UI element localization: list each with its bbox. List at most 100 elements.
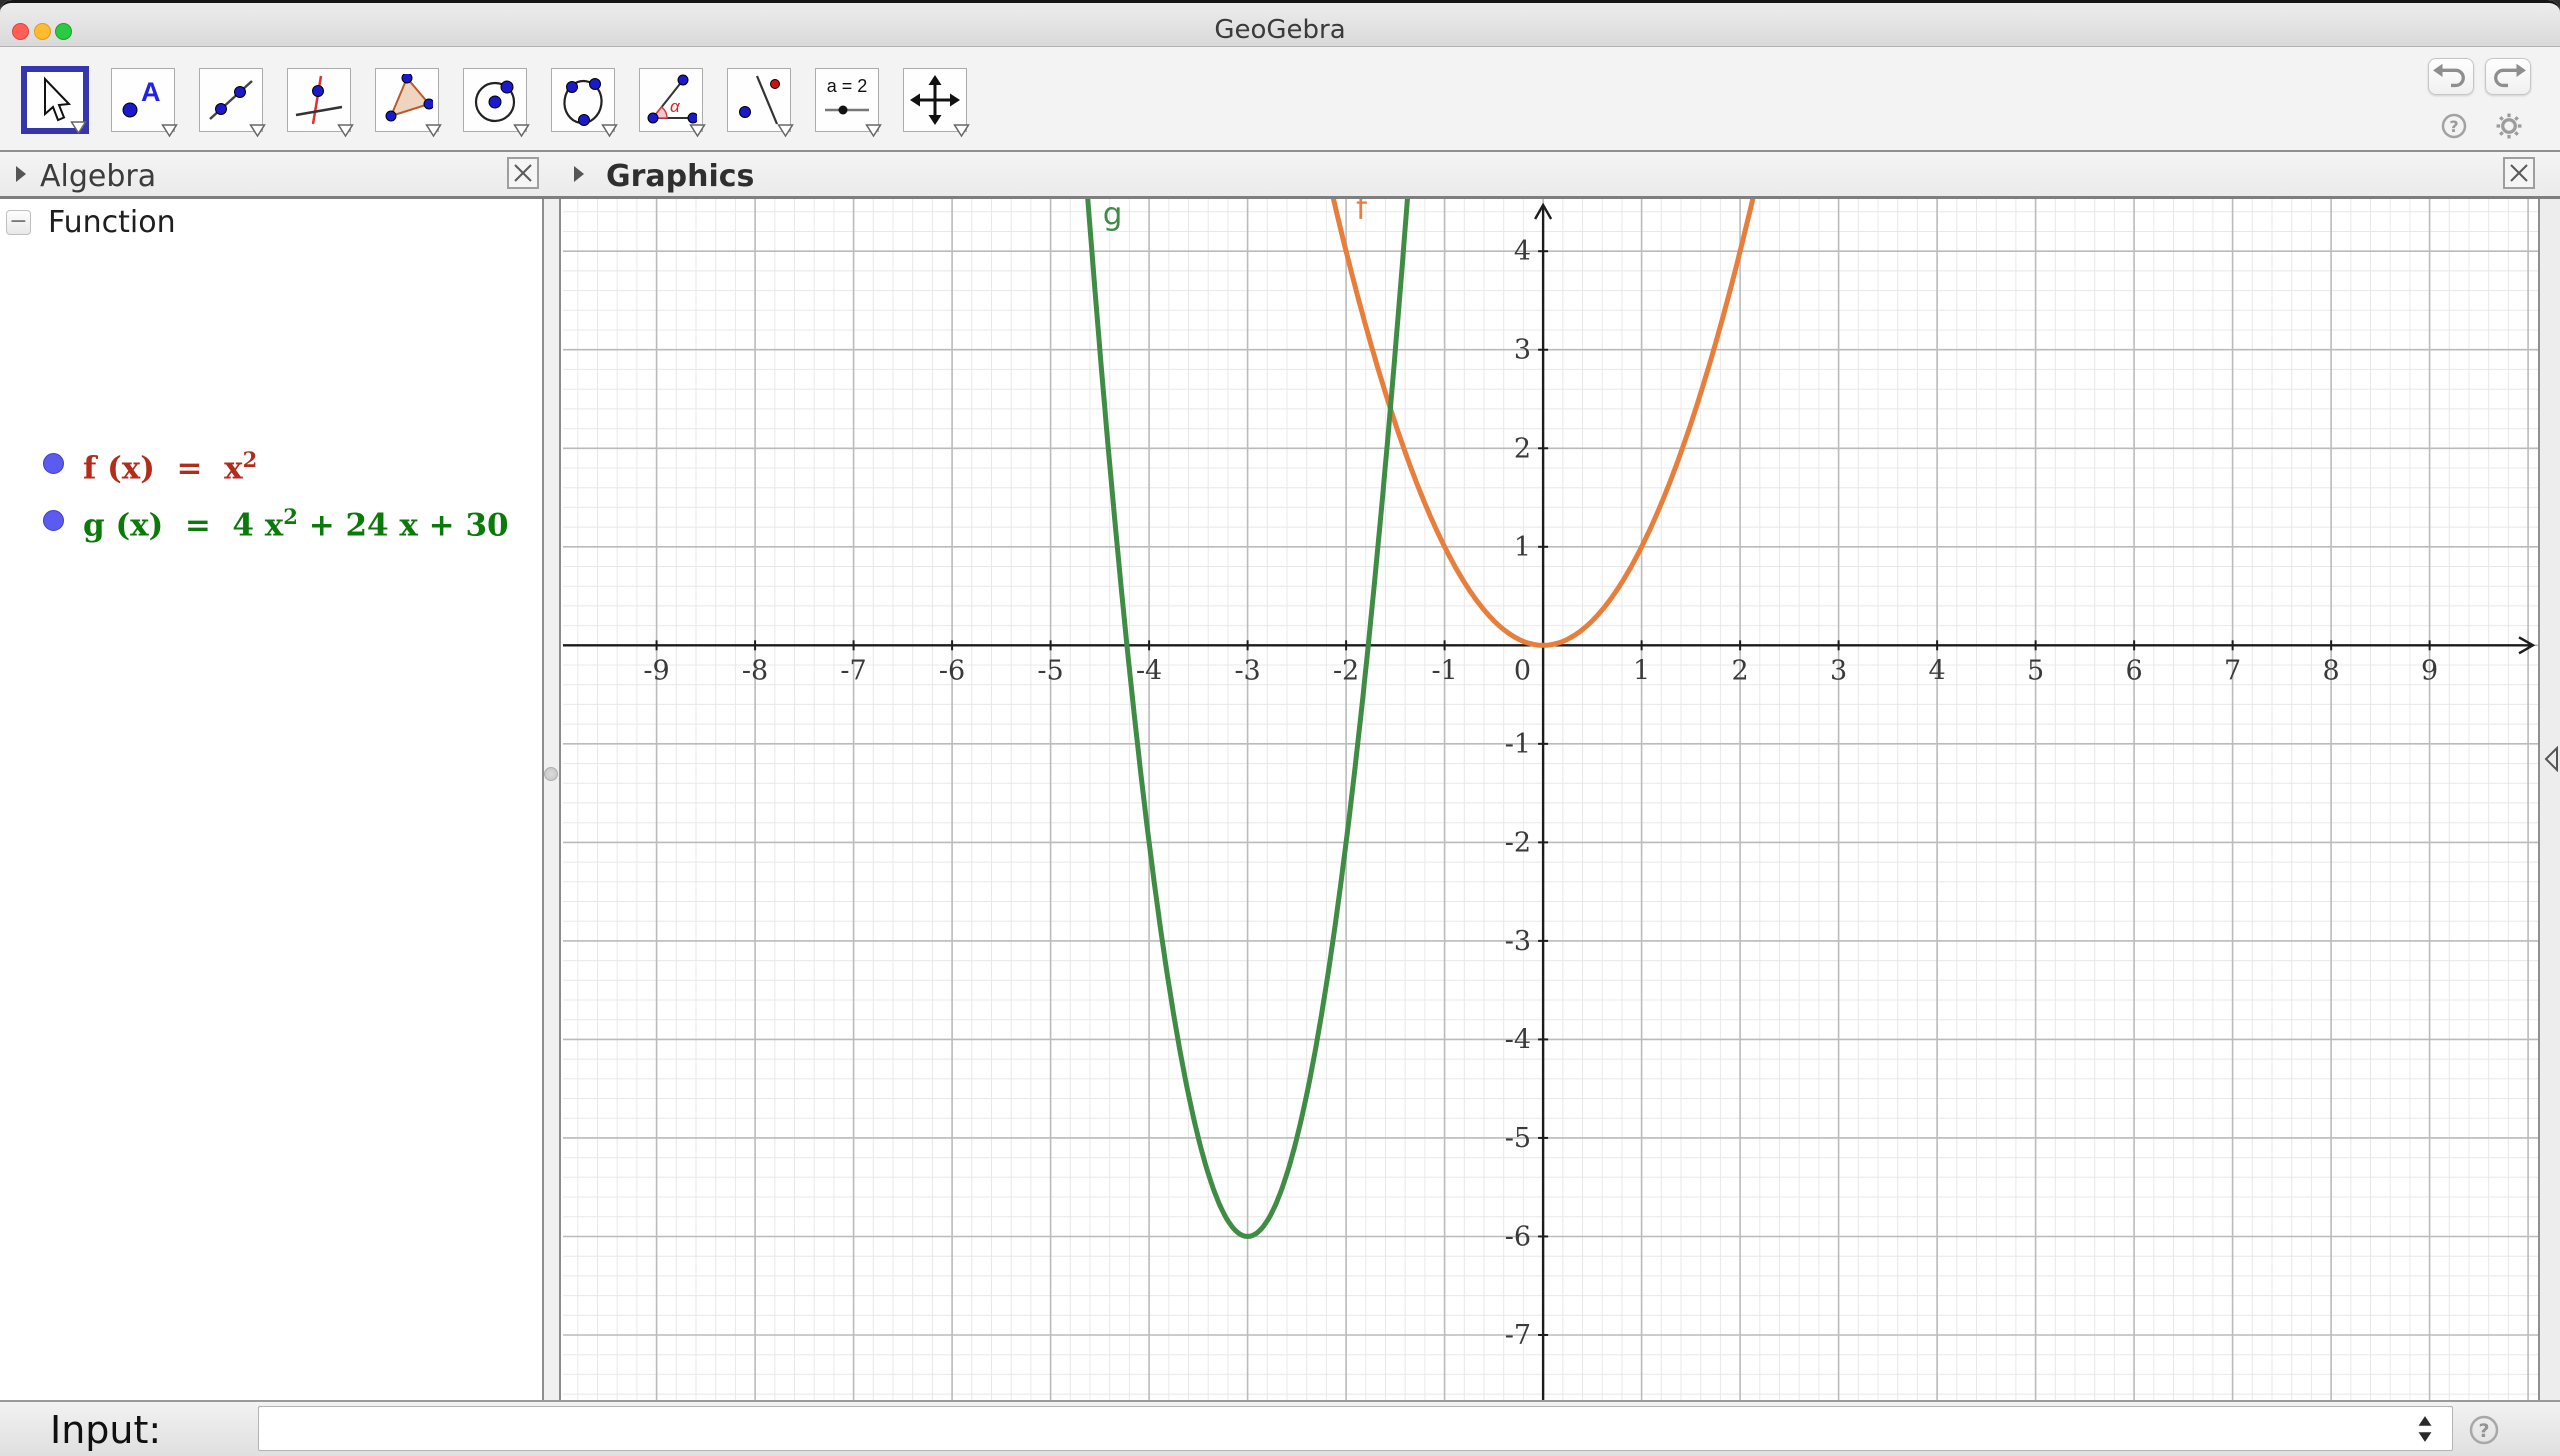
help-icon[interactable]: ? bbox=[2441, 113, 2467, 139]
up-down-arrows-icon bbox=[2414, 1414, 2436, 1444]
panel-divider[interactable] bbox=[542, 199, 561, 1400]
svg-text:9: 9 bbox=[2421, 655, 2438, 686]
tool-dropdown-icon[interactable] bbox=[953, 124, 970, 138]
object-visibility-dot-f[interactable] bbox=[43, 453, 64, 474]
line-icon bbox=[205, 74, 257, 126]
window-title: GeoGebra bbox=[0, 15, 2560, 45]
polygon-icon bbox=[381, 74, 433, 126]
line-tool-button[interactable] bbox=[199, 68, 263, 132]
move-graphics-view-tool-button[interactable] bbox=[903, 68, 967, 132]
graphics-view[interactable]: -9-8-7-6-5-4-3-2-11234567890-7-6-5-4-3-2… bbox=[561, 199, 2538, 1400]
function-section-label: Function bbox=[48, 205, 176, 240]
svg-text:a = 2: a = 2 bbox=[827, 76, 868, 96]
svg-text:α: α bbox=[670, 97, 681, 116]
svg-text:7: 7 bbox=[2224, 655, 2241, 686]
tool-dropdown-icon[interactable] bbox=[70, 121, 87, 135]
svg-text:0: 0 bbox=[1514, 655, 1531, 686]
curve-label-g[interactable]: g bbox=[1103, 199, 1123, 233]
formula-superscript: 2 bbox=[283, 504, 298, 529]
algebra-disclosure-icon[interactable] bbox=[14, 165, 28, 183]
svg-text:5: 5 bbox=[2027, 655, 2044, 686]
input-bar: Input: ? bbox=[0, 1400, 2560, 1456]
settings-gear-icon[interactable] bbox=[2496, 113, 2522, 139]
svg-text:-2: -2 bbox=[1333, 655, 1359, 686]
close-icon bbox=[511, 161, 535, 185]
svg-text:3: 3 bbox=[1514, 335, 1531, 366]
cursor-icon bbox=[29, 74, 81, 126]
move-view-icon bbox=[909, 74, 961, 126]
algebra-item-g[interactable]: g (x) = 4 x2 + 24 x + 30 bbox=[83, 504, 509, 543]
function-section-collapse-button[interactable]: − bbox=[6, 210, 31, 235]
point-tool-button[interactable]: A bbox=[111, 68, 175, 132]
right-collapse-strip[interactable] bbox=[2538, 199, 2560, 1400]
titlebar[interactable]: GeoGebra bbox=[0, 0, 2560, 47]
svg-text:?: ? bbox=[2478, 1420, 2489, 1442]
tool-dropdown-icon[interactable] bbox=[689, 124, 706, 138]
curve-label-f[interactable]: f bbox=[1356, 199, 1368, 227]
input-label: Input: bbox=[50, 1408, 161, 1452]
svg-text:2: 2 bbox=[1732, 655, 1749, 686]
slider-tool-button[interactable]: a = 2 bbox=[815, 68, 879, 132]
svg-text:3: 3 bbox=[1830, 655, 1847, 686]
undo-button[interactable] bbox=[2428, 58, 2474, 95]
graphics-disclosure-icon[interactable] bbox=[572, 165, 586, 183]
grid-major bbox=[563, 199, 2538, 1400]
svg-text:-8: -8 bbox=[742, 655, 768, 686]
svg-text:6: 6 bbox=[2126, 655, 2143, 686]
angle-tool-button[interactable]: α bbox=[639, 68, 703, 132]
svg-text:-3: -3 bbox=[1505, 926, 1531, 957]
toolbar: A bbox=[0, 47, 2560, 152]
divider-drag-handle[interactable] bbox=[544, 767, 558, 781]
algebra-item-f[interactable]: f (x) = x2 bbox=[83, 447, 257, 486]
formula-superscript: 2 bbox=[243, 447, 258, 472]
close-icon bbox=[2507, 161, 2531, 185]
svg-text:-4: -4 bbox=[1136, 655, 1162, 686]
perpendicular-line-icon bbox=[293, 74, 345, 126]
formula-text: f (x) = x bbox=[83, 450, 243, 486]
tool-dropdown-icon[interactable] bbox=[777, 124, 794, 138]
algebra-panel-title: Algebra bbox=[40, 159, 156, 194]
formula-text: g (x) = 4 x bbox=[83, 507, 283, 543]
geogebra-window: GeoGebra A bbox=[0, 0, 2560, 1456]
point-icon: A bbox=[117, 74, 169, 126]
input-help-icon[interactable]: ? bbox=[2468, 1414, 2500, 1446]
tool-dropdown-icon[interactable] bbox=[161, 124, 178, 138]
algebra-close-button[interactable] bbox=[507, 157, 539, 189]
tool-dropdown-icon[interactable] bbox=[601, 124, 618, 138]
svg-text:4: 4 bbox=[1514, 236, 1531, 267]
svg-text:-2: -2 bbox=[1505, 827, 1531, 858]
circle-with-center-tool-button[interactable] bbox=[463, 68, 527, 132]
slider-icon: a = 2 bbox=[821, 74, 873, 126]
collapse-left-icon[interactable] bbox=[2543, 746, 2559, 772]
formula-text: + 24 x + 30 bbox=[298, 507, 509, 543]
tool-dropdown-icon[interactable] bbox=[865, 124, 882, 138]
command-input[interactable] bbox=[258, 1406, 2453, 1451]
object-visibility-dot-g[interactable] bbox=[43, 510, 64, 531]
perpendicular-line-tool-button[interactable] bbox=[287, 68, 351, 132]
svg-text:-5: -5 bbox=[1037, 655, 1063, 686]
polygon-tool-button[interactable] bbox=[375, 68, 439, 132]
ellipse-icon bbox=[557, 74, 609, 126]
redo-icon bbox=[2486, 59, 2530, 93]
graphics-close-button[interactable] bbox=[2503, 157, 2535, 189]
tool-dropdown-icon[interactable] bbox=[249, 124, 266, 138]
svg-text:-7: -7 bbox=[1505, 1320, 1531, 1351]
redo-button[interactable] bbox=[2485, 58, 2531, 95]
svg-text:-6: -6 bbox=[1505, 1222, 1531, 1253]
ellipse-tool-button[interactable] bbox=[551, 68, 615, 132]
algebra-panel: − Function f (x) = x2 g (x) = 4 x2 + 24 … bbox=[0, 199, 542, 1400]
circle-icon bbox=[469, 74, 521, 126]
input-history-spinner[interactable] bbox=[2414, 1414, 2436, 1444]
reflect-about-line-tool-button[interactable] bbox=[727, 68, 791, 132]
svg-text:?: ? bbox=[2449, 117, 2458, 136]
graphics-canvas[interactable]: -9-8-7-6-5-4-3-2-11234567890-7-6-5-4-3-2… bbox=[563, 199, 2538, 1400]
reflect-icon bbox=[733, 74, 785, 126]
svg-text:-4: -4 bbox=[1505, 1024, 1531, 1055]
move-tool-button[interactable] bbox=[21, 66, 89, 134]
tool-dropdown-icon[interactable] bbox=[337, 124, 354, 138]
svg-text:-6: -6 bbox=[939, 655, 965, 686]
undo-icon bbox=[2429, 59, 2473, 93]
tool-dropdown-icon[interactable] bbox=[425, 124, 442, 138]
tool-dropdown-icon[interactable] bbox=[513, 124, 530, 138]
svg-text:A: A bbox=[141, 77, 161, 107]
